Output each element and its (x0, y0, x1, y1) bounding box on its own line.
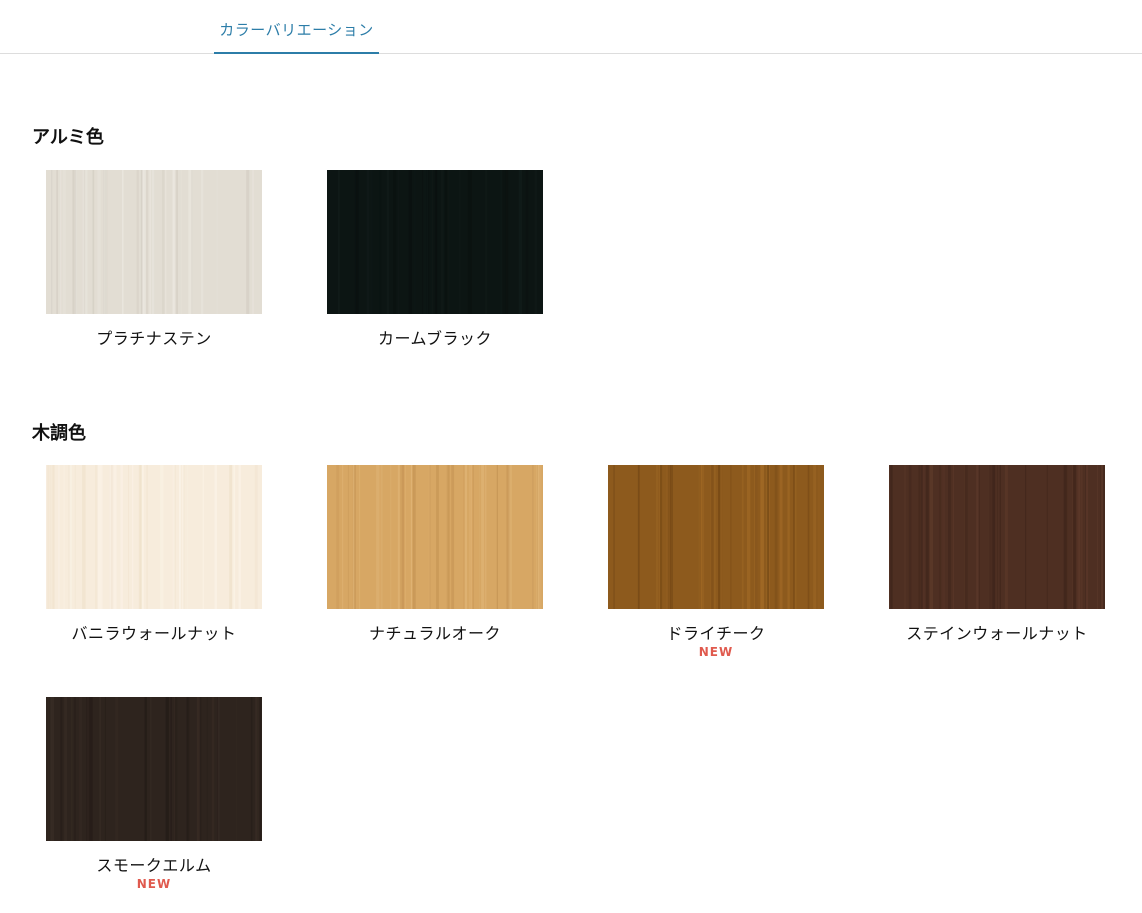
color-option-platinum-stain[interactable]: プラチナステン (46, 170, 262, 348)
section-title-aluminum: アルミ色 (32, 127, 104, 148)
color-option-smoke-elm[interactable]: スモークエルム NEW (46, 697, 262, 891)
color-name: プラチナステン (96, 329, 212, 348)
color-option-dry-teak[interactable]: ドライチーク NEW (608, 465, 824, 659)
new-badge: NEW (698, 645, 734, 659)
color-option-calm-black[interactable]: カームブラック (327, 170, 543, 348)
color-name: スモークエルム (96, 856, 212, 875)
active-tab-indicator (214, 52, 379, 54)
new-badge: NEW (136, 877, 172, 891)
section-title-wood: 木調色 (32, 423, 86, 444)
color-option-vanilla-walnut[interactable]: バニラウォールナット (46, 465, 262, 643)
tab-color-variation[interactable]: カラーバリエーション (214, 0, 379, 54)
color-option-stain-walnut[interactable]: ステインウォールナット (889, 465, 1105, 643)
color-swatch (608, 465, 824, 609)
tab-bar: カラーバリエーション (0, 0, 1142, 54)
color-swatch (889, 465, 1105, 609)
color-swatch (327, 170, 543, 314)
color-swatch (327, 465, 543, 609)
color-name: カームブラック (377, 329, 493, 348)
color-swatch (46, 465, 262, 609)
color-name: バニラウォールナット (71, 624, 237, 643)
tab-label: カラーバリエーション (219, 21, 374, 39)
color-swatch (46, 170, 262, 314)
color-swatch (46, 697, 262, 841)
color-name: ステインウォールナット (906, 624, 1088, 643)
color-name: ドライチーク (666, 624, 766, 643)
color-option-natural-oak[interactable]: ナチュラルオーク (327, 465, 543, 643)
color-name: ナチュラルオーク (368, 624, 501, 643)
